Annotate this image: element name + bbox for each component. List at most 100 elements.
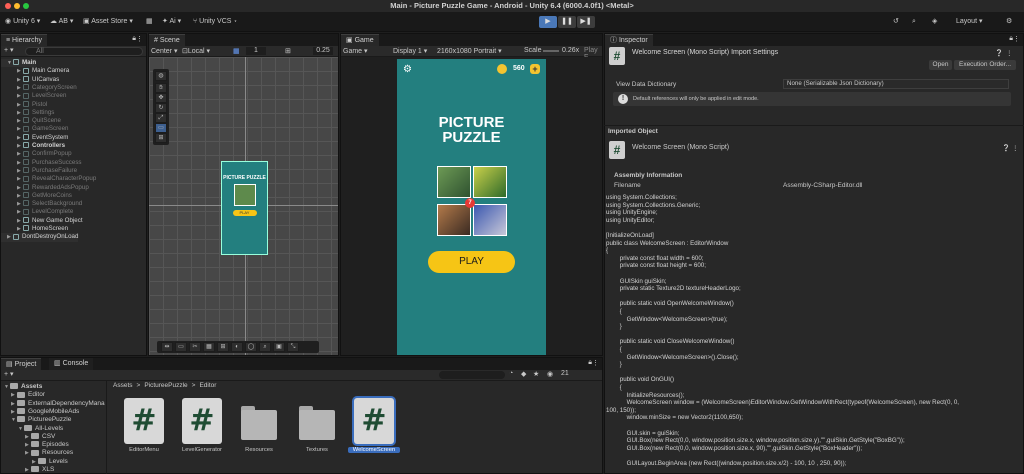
tab-console[interactable]: ▥ Console bbox=[49, 358, 94, 370]
hand-tool-icon[interactable]: ✋︎ bbox=[155, 83, 167, 93]
scene-viewport[interactable]: ◍ ✋︎ ✥ ↻ ⤢ ▭ ⊞ PICTURE PUZZLE PLAY ⇹ ▭ ✂… bbox=[149, 57, 338, 355]
hierarchy-item[interactable]: ▶ Controllers bbox=[1, 142, 65, 150]
pause-button[interactable]: ❚❚ bbox=[558, 16, 576, 28]
hierarchy-item[interactable]: ▶ CategoryScreen bbox=[1, 84, 77, 92]
hierarchy-item[interactable]: ▶ RevealCharacterPopup bbox=[1, 175, 96, 183]
breadcrumb-picturepuzzle[interactable]: PictureePuzzle bbox=[144, 382, 187, 389]
hierarchy-item[interactable]: ▶ SelectBackground bbox=[1, 200, 82, 208]
puzzle-tile-soccer[interactable] bbox=[437, 166, 471, 198]
object-help-icon[interactable]: ❔ bbox=[1002, 144, 1010, 152]
orbit-overlay-icon[interactable]: ◐ bbox=[231, 342, 243, 352]
object-settings-icon[interactable]: ⋮ bbox=[1012, 144, 1019, 152]
camera-overlay-icon[interactable]: ▣ bbox=[273, 342, 285, 352]
hierarchy-item[interactable]: ▶ UICanvas bbox=[1, 76, 59, 84]
layout-dropdown[interactable]: Layout ▾ bbox=[956, 16, 983, 28]
account-dropdown[interactable]: ◉ Unity 6 ▾ bbox=[5, 16, 40, 28]
settings-small-icon[interactable]: ⋮ bbox=[1006, 49, 1013, 57]
hierarchy-search-input[interactable]: All bbox=[25, 47, 143, 56]
circle-overlay-icon[interactable]: ◯ bbox=[245, 342, 257, 352]
grid-size-field[interactable]: 1 bbox=[246, 47, 266, 55]
hierarchy-item[interactable]: ▶ PurchaseFailure bbox=[1, 167, 77, 175]
tab-project[interactable]: ▤ Project bbox=[1, 358, 42, 370]
scale-tool-icon[interactable]: ⤢ bbox=[155, 113, 167, 123]
asset-resources[interactable]: Resources bbox=[233, 398, 285, 453]
hierarchy-item[interactable]: ▶ LevelScreen bbox=[1, 92, 66, 100]
resolution-dropdown[interactable]: 2160x1080 Portrait ▾ bbox=[437, 47, 502, 55]
project-add-icon[interactable]: + ▾ bbox=[4, 370, 14, 378]
grid-icon[interactable]: ▦ bbox=[233, 47, 240, 55]
hierarchy-item[interactable]: ▶ QuitScene bbox=[1, 117, 61, 125]
open-button[interactable]: Open bbox=[929, 60, 952, 70]
hierarchy-item[interactable]: ▼ Main bbox=[1, 59, 37, 68]
asset-textures[interactable]: Textures bbox=[291, 398, 343, 453]
puzzle-tile-football[interactable] bbox=[473, 204, 507, 236]
snap-overlay-icon[interactable]: ⊞ bbox=[217, 342, 229, 352]
puzzle-tile-basketball[interactable] bbox=[437, 204, 471, 236]
view-tool-icon[interactable]: ◍ bbox=[155, 71, 167, 81]
hierarchy-item[interactable]: ▶ GameScreen bbox=[1, 125, 68, 133]
ab-dropdown[interactable]: ☁ AB ▾ bbox=[50, 16, 73, 28]
help-icon[interactable]: ❔ bbox=[995, 49, 1003, 57]
hierarchy-item[interactable]: ▶ HomeScreen bbox=[1, 225, 68, 233]
snap-icon[interactable]: ⊞ bbox=[285, 47, 291, 55]
tab-scene[interactable]: # Scene bbox=[149, 34, 185, 46]
settings-gear-icon[interactable]: ⚙ bbox=[403, 64, 412, 75]
filter-type-icon[interactable]: ◔ bbox=[509, 370, 513, 377]
filter-label-icon[interactable]: ◆ bbox=[521, 370, 526, 378]
favorite-icon[interactable]: ★ bbox=[533, 370, 539, 378]
asset-editormenu[interactable]: # EditorMenu bbox=[118, 398, 170, 453]
asset-welcomescreen[interactable]: # WelcomeScreen bbox=[348, 398, 400, 453]
game-mode-dropdown[interactable]: Game ▾ bbox=[343, 47, 368, 55]
search-icon[interactable]: ⌕ bbox=[912, 16, 916, 28]
ai-button[interactable]: ✦ Ai ▾ bbox=[162, 16, 181, 28]
move-tool-icon[interactable]: ✥ bbox=[155, 93, 167, 103]
puzzle-tile-field[interactable] bbox=[473, 166, 507, 198]
play-game-button[interactable]: PLAY bbox=[428, 251, 515, 273]
breadcrumb-editor[interactable]: Editor bbox=[199, 382, 216, 389]
inspector-kebab-icon[interactable]: ⋮ bbox=[1013, 35, 1020, 43]
project-kebab-icon[interactable]: ⋮ bbox=[592, 359, 599, 367]
hierarchy-item[interactable]: ▶ GetMoreCoins bbox=[1, 192, 72, 200]
settings-icon[interactable]: ⚙ bbox=[1006, 16, 1012, 28]
hierarchy-item[interactable]: ▶ ConfirmPopup bbox=[1, 150, 72, 158]
hierarchy-item[interactable]: ▶ PurchaseSuccess bbox=[1, 159, 82, 167]
magnifier-overlay-icon[interactable]: ⌕ bbox=[259, 342, 271, 352]
hierarchy-item[interactable]: ▶ DontDestroyOnLoad bbox=[1, 233, 79, 242]
move-overlay-icon[interactable]: ⇹ bbox=[161, 342, 173, 352]
tab-game[interactable]: ▣ Game bbox=[341, 34, 379, 46]
add-coins-button[interactable]: + bbox=[530, 64, 540, 74]
scene-canvas-preview[interactable]: PICTURE PUZZLE PLAY bbox=[221, 161, 268, 255]
tab-hierarchy[interactable]: ≡ Hierarchy bbox=[1, 34, 47, 46]
asset-levelgenerator[interactable]: # LevelGenerator bbox=[176, 398, 228, 453]
kebab-menu-icon[interactable]: ⋮ bbox=[136, 35, 143, 43]
add-icon[interactable]: + ▾ bbox=[4, 46, 14, 54]
scale-slider[interactable] bbox=[543, 50, 559, 52]
hierarchy-item[interactable]: ▶ LevelComplete bbox=[1, 208, 73, 216]
hierarchy-item[interactable]: ▶ RewardedAdsPopup bbox=[1, 184, 89, 192]
step-button[interactable]: ▶❚ bbox=[577, 16, 595, 28]
expand-overlay-icon[interactable]: ⤡ bbox=[287, 342, 299, 352]
hierarchy-item[interactable]: ▶ New Game Object bbox=[1, 217, 83, 225]
vcs-button[interactable]: ⑂ Unity VCS ▾ bbox=[193, 16, 238, 28]
tab-inspector[interactable]: ⓘ Inspector bbox=[605, 34, 653, 46]
hierarchy-item[interactable]: ▶ Settings bbox=[1, 109, 54, 117]
grid-overlay-icon[interactable]: ▦ bbox=[203, 342, 215, 352]
project-tree-item[interactable]: ▶ XLS bbox=[4, 465, 54, 474]
breadcrumb-assets[interactable]: Assets bbox=[113, 382, 133, 389]
package-icon[interactable]: ▦ bbox=[146, 16, 153, 28]
layers-icon[interactable]: ◈ bbox=[932, 16, 937, 28]
project-search-input[interactable] bbox=[439, 371, 505, 379]
pivot-dropdown[interactable]: Center ▾ bbox=[151, 47, 177, 55]
transform-tool-icon[interactable]: ⊞ bbox=[155, 133, 167, 143]
view-data-field[interactable]: None (Serializable Json Dictionary) bbox=[783, 79, 1009, 89]
eye-icon[interactable]: ◉ bbox=[547, 370, 553, 378]
tools-overlay-icon[interactable]: ✂ bbox=[189, 342, 201, 352]
rotate-tool-icon[interactable]: ↻ bbox=[155, 103, 167, 113]
execution-order-button[interactable]: Execution Order... bbox=[954, 60, 1016, 70]
space-dropdown[interactable]: ⊡Local ▾ bbox=[182, 47, 210, 55]
rect-overlay-icon[interactable]: ▭ bbox=[175, 342, 187, 352]
snap-value-field[interactable]: 0.25 bbox=[313, 47, 333, 55]
game-screen[interactable]: ⚙ 560 + PICTURE PUZZLE 7 PLAY bbox=[397, 59, 546, 355]
hierarchy-item[interactable]: ▶ EventSystem bbox=[1, 134, 68, 142]
history-icon[interactable]: ↺ bbox=[893, 16, 899, 28]
